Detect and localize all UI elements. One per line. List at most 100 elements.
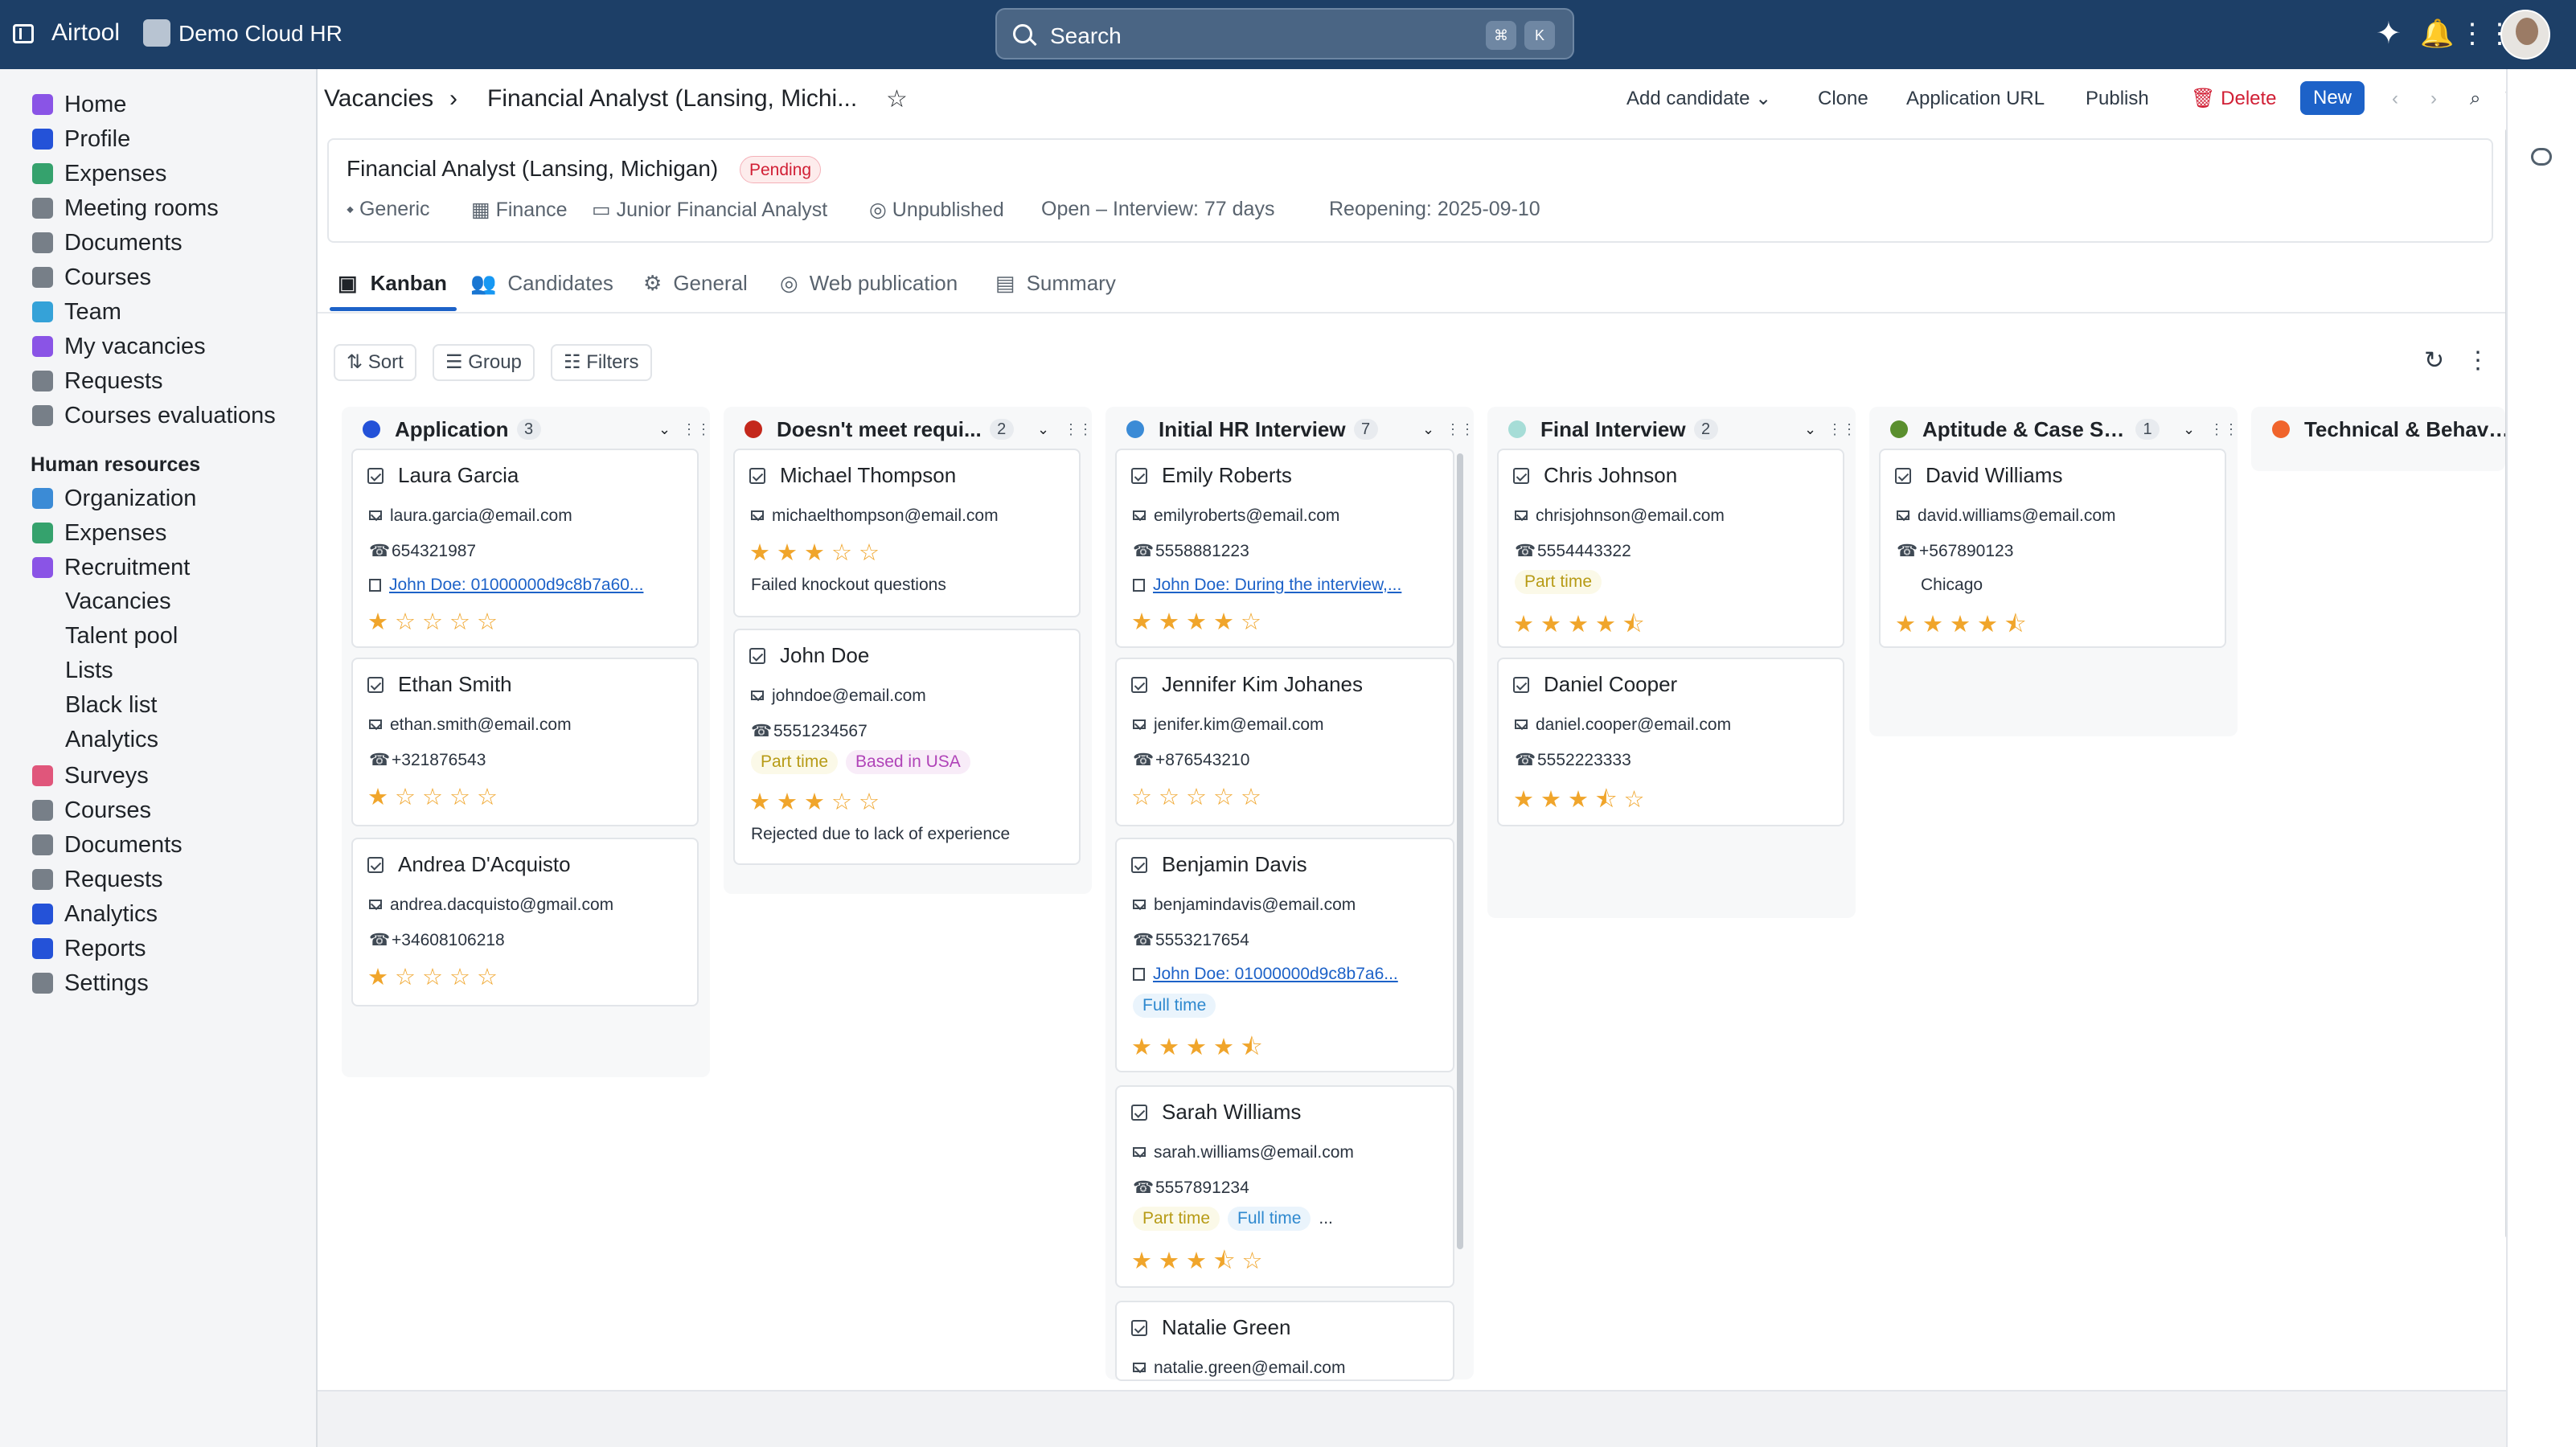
sidebar-item-hr-documents[interactable]: Documents: [32, 830, 183, 859]
sidebar-item-team[interactable]: Team: [32, 297, 121, 326]
sidebar-item-lists[interactable]: Lists: [65, 658, 113, 684]
sidebar-item-black-list[interactable]: Black list: [65, 692, 157, 719]
checkbox-icon[interactable]: [1131, 467, 1147, 484]
sidebar-item-courses-evaluations[interactable]: Courses evaluations: [32, 401, 276, 430]
clone-button[interactable]: Clone: [1818, 82, 1868, 116]
favorite-star-icon[interactable]: ☆: [886, 85, 908, 113]
user-avatar[interactable]: [2500, 10, 2550, 59]
add-candidate-button[interactable]: Add candidate ⌄: [1626, 82, 1771, 116]
candidate-card[interactable]: Daniel Cooper daniel.cooper@email.com ☎5…: [1497, 658, 1844, 826]
chat-icon[interactable]: [2531, 148, 2552, 166]
tab-kanban[interactable]: ▣ Kanban: [338, 267, 447, 299]
sidebar-item-expenses[interactable]: Expenses: [32, 159, 166, 188]
checkbox-icon[interactable]: [367, 856, 384, 873]
sidebar-item-my-vacancies[interactable]: My vacancies: [32, 332, 206, 361]
sidebar-item-vacancies[interactable]: Vacancies: [65, 588, 171, 615]
rating-stars[interactable]: ★★★☆☆: [749, 788, 886, 816]
checkbox-icon[interactable]: [1131, 856, 1147, 873]
sidebar-item-documents[interactable]: Documents: [32, 228, 183, 257]
checkbox-icon[interactable]: [367, 467, 384, 484]
column-collapse-icon[interactable]: ⌄: [1037, 421, 1049, 438]
rating-stars[interactable]: ★★★★⯪: [1895, 608, 2032, 647]
delete-button[interactable]: 🗑 Delete: [2191, 82, 2277, 116]
checkbox-icon[interactable]: [749, 467, 765, 484]
drag-handle-icon[interactable]: ⋮⋮: [1446, 421, 1475, 438]
sidebar-item-recruitment-analytics[interactable]: Analytics: [65, 727, 158, 753]
drag-handle-icon[interactable]: ⋮⋮: [682, 421, 711, 438]
candidate-card[interactable]: Michael Thompson michaelthompson@email.c…: [733, 449, 1081, 617]
sidebar-toggle-icon[interactable]: [13, 24, 34, 43]
checkbox-icon[interactable]: [749, 647, 765, 664]
sidebar-item-home[interactable]: Home: [32, 90, 126, 119]
candidate-note-link[interactable]: John Doe: 01000000d9c8b7a60...: [369, 576, 684, 595]
candidate-card[interactable]: Sarah Williams sarah.williams@email.com …: [1115, 1085, 1454, 1288]
publish-button[interactable]: Publish: [2086, 82, 2149, 116]
filters-button[interactable]: ☷ Filters: [551, 344, 652, 381]
sidebar-item-talent-pool[interactable]: Talent pool: [65, 623, 178, 650]
candidate-card[interactable]: Laura Garcia laura.garcia@email.com ☎654…: [351, 449, 699, 648]
previous-record-icon[interactable]: ‹: [2392, 82, 2398, 116]
sidebar-item-organization[interactable]: Organization: [32, 484, 196, 513]
sidebar-item-requests[interactable]: Requests: [32, 367, 163, 396]
tab-web-publication[interactable]: ◎ Web publication: [780, 267, 958, 299]
drag-handle-icon[interactable]: ⋮⋮: [1827, 421, 1856, 438]
tab-general[interactable]: ⚙ General: [643, 267, 748, 299]
application-url-button[interactable]: Application URL: [1906, 82, 2045, 116]
candidate-note-link[interactable]: John Doe: During the interview,...: [1133, 576, 1440, 595]
candidate-card[interactable]: Andrea D'Acquisto andrea.dacquisto@gmail…: [351, 838, 699, 1006]
sidebar-item-recruitment[interactable]: Recruitment: [32, 553, 190, 582]
drag-handle-icon[interactable]: ⋮⋮: [2209, 421, 2238, 438]
org-name[interactable]: Demo Cloud HR: [178, 21, 343, 47]
sidebar-item-hr-requests[interactable]: Requests: [32, 865, 163, 894]
rating-stars[interactable]: ★★★★⯪: [1513, 608, 1651, 647]
bell-icon[interactable]: 🔔: [2420, 16, 2454, 51]
checkbox-icon[interactable]: [1131, 676, 1147, 693]
tab-candidates[interactable]: 👥 Candidates: [470, 267, 613, 299]
rating-stars[interactable]: ★★★⯪☆: [1513, 783, 1651, 822]
sidebar-item-surveys[interactable]: Surveys: [32, 761, 149, 790]
rating-stars[interactable]: ★★★★☆: [1131, 608, 1268, 636]
column-scrollbar[interactable]: [1457, 453, 1463, 1249]
candidate-card[interactable]: David Williams david.williams@email.com …: [1879, 449, 2226, 648]
rating-stars[interactable]: ★☆☆☆☆: [367, 963, 504, 991]
checkbox-icon[interactable]: [1513, 467, 1529, 484]
sidebar-item-hr-expenses[interactable]: Expenses: [32, 519, 166, 547]
candidate-card[interactable]: Natalie Green natalie.green@email.com: [1115, 1301, 1454, 1381]
sidebar-item-hr-courses[interactable]: Courses: [32, 796, 151, 825]
checkbox-icon[interactable]: [1895, 467, 1911, 484]
app-brand[interactable]: Airtool: [51, 19, 120, 47]
sidebar-item-courses[interactable]: Courses: [32, 263, 151, 292]
sidebar-item-settings[interactable]: Settings: [32, 969, 149, 998]
rating-stars[interactable]: ★☆☆☆☆: [367, 608, 504, 636]
next-record-icon[interactable]: ›: [2430, 82, 2437, 116]
rating-stars[interactable]: ★★★☆☆: [749, 539, 886, 567]
more-tags[interactable]: ...: [1319, 1209, 1333, 1228]
rating-stars[interactable]: ★★★★⯪: [1131, 1031, 1269, 1070]
search-input[interactable]: Search ⌘ K: [995, 8, 1574, 59]
candidate-card[interactable]: Benjamin Davis benjamindavis@email.com ☎…: [1115, 838, 1454, 1072]
new-button[interactable]: New: [2300, 81, 2365, 115]
column-collapse-icon[interactable]: ⌄: [658, 421, 671, 438]
column-collapse-icon[interactable]: ⌄: [2183, 421, 2195, 438]
group-button[interactable]: ☰ Group: [433, 344, 535, 381]
rating-stars[interactable]: ★★★⯪☆: [1131, 1244, 1269, 1284]
candidate-card[interactable]: Jennifer Kim Johanes jenifer.kim@email.c…: [1115, 658, 1454, 826]
checkbox-icon[interactable]: [1513, 676, 1529, 693]
drag-handle-icon[interactable]: ⋮⋮: [1064, 421, 1093, 438]
rating-stars[interactable]: ☆☆☆☆☆: [1131, 783, 1268, 811]
sparkles-icon[interactable]: ✦: [2376, 16, 2402, 51]
sidebar-item-analytics[interactable]: Analytics: [32, 900, 158, 928]
sidebar-item-meeting-rooms[interactable]: Meeting rooms: [32, 194, 219, 223]
sort-button[interactable]: ⇅ Sort: [334, 344, 416, 381]
column-collapse-icon[interactable]: ⌄: [1804, 421, 1816, 438]
sidebar-item-reports[interactable]: Reports: [32, 934, 146, 963]
checkbox-icon[interactable]: [1131, 1319, 1147, 1336]
breadcrumb-vacancies[interactable]: Vacancies: [324, 85, 433, 113]
search-record-icon[interactable]: ⌕: [2470, 82, 2480, 116]
rating-stars[interactable]: ★☆☆☆☆: [367, 783, 504, 811]
column-collapse-icon[interactable]: ⌄: [1422, 421, 1434, 438]
tab-summary[interactable]: ▤ Summary: [995, 267, 1116, 299]
checkbox-icon[interactable]: [367, 676, 384, 693]
candidate-card[interactable]: John Doe johndoe@email.com ☎5551234567 P…: [733, 629, 1081, 865]
candidate-note-link[interactable]: John Doe: 01000000d9c8b7a6...: [1133, 965, 1440, 984]
